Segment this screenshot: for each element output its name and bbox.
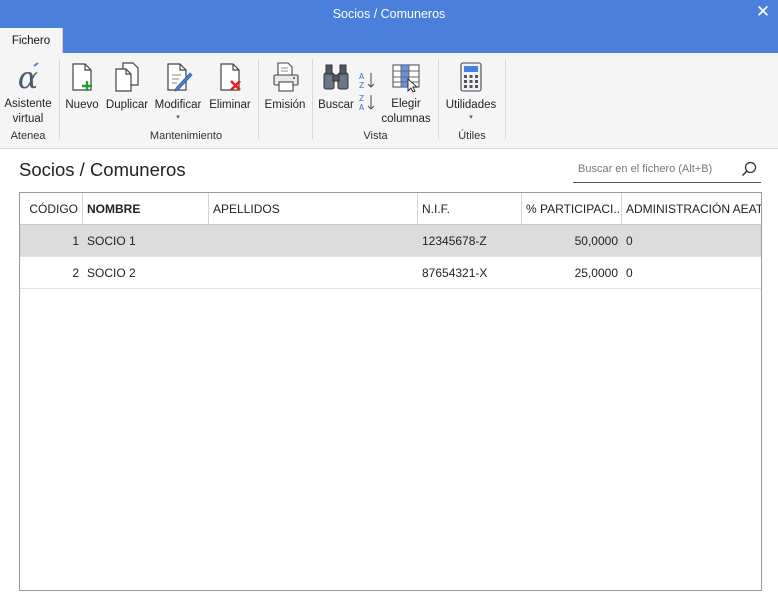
ribbon-separator [258, 59, 259, 139]
cell-apellidos [209, 257, 418, 289]
buscar-button[interactable]: Buscar [317, 57, 355, 123]
search-icon[interactable] [740, 160, 758, 178]
ribbon-separator [312, 59, 313, 139]
new-document-icon [72, 63, 92, 91]
elegir-label-line1: Elegir [391, 98, 421, 110]
svg-text:A: A [359, 103, 365, 111]
cell-participacion: 25,0000 [574, 266, 618, 280]
search-placeholder: Buscar en el fichero (Alt+B) [578, 163, 713, 175]
group-label-mantenimiento: Mantenimiento [149, 130, 223, 142]
cell-apellidos [209, 225, 418, 257]
page-title: Socios / Comuneros [19, 159, 186, 180]
duplicate-document-icon [115, 62, 139, 92]
ribbon-separator [438, 59, 439, 139]
nuevo-button[interactable]: Nuevo [63, 57, 101, 123]
sort-ascending-icon[interactable]: A Z [358, 71, 376, 89]
close-icon[interactable]: ✕ [752, 1, 774, 23]
column-header-participacion[interactable]: % PARTICIPACI... [522, 193, 622, 224]
asistente-virtual-button[interactable]: α Asistente virtual [2, 57, 54, 129]
binoculars-icon [323, 64, 349, 90]
grid-header: CÓDIGO NOMBRE APELLIDOS N.I.F. % PARTICI… [20, 193, 761, 225]
column-header-apellidos[interactable]: APELLIDOS [209, 193, 418, 224]
cell-codigo: 1 [72, 234, 79, 248]
asistente-label-line2: virtual [12, 113, 44, 125]
eliminar-label: Eliminar [209, 99, 251, 111]
cell-nif: 12345678-Z [422, 234, 487, 248]
cell-nombre: SOCIO 2 [87, 266, 136, 280]
group-label-utiles: Útiles [458, 130, 486, 142]
svg-text:Z: Z [359, 94, 364, 103]
ribbon-separator [59, 59, 60, 139]
column-header-nombre[interactable]: NOMBRE [83, 193, 209, 224]
emision-button[interactable]: Emisión [263, 57, 307, 123]
cell-administracion-aeat: 0 [626, 234, 633, 248]
modificar-dropdown-icon: ▾ [176, 114, 180, 121]
delete-document-icon [220, 63, 241, 91]
ribbon-tab-strip: Fichero [0, 27, 778, 53]
duplicar-label: Duplicar [105, 99, 149, 111]
buscar-label: Buscar [318, 99, 354, 111]
data-grid: CÓDIGO NOMBRE APELLIDOS N.I.F. % PARTICI… [19, 192, 762, 591]
eliminar-button[interactable]: Eliminar [207, 57, 253, 123]
utilidades-dropdown-icon: ▾ [469, 114, 473, 121]
window-title: Socios / Comuneros [332, 7, 446, 21]
asistente-label-line1: Asistente [4, 98, 52, 110]
column-header-nif[interactable]: N.I.F. [418, 193, 522, 224]
tab-fichero[interactable]: Fichero [0, 28, 63, 53]
nuevo-label: Nuevo [65, 99, 99, 111]
sort-descending-icon[interactable]: Z A [358, 93, 376, 111]
cell-codigo: 2 [72, 266, 79, 280]
emision-label: Emisión [264, 99, 306, 111]
elegir-label-line2: columnas [381, 113, 431, 125]
title-bar: Socios / Comuneros ✕ [0, 0, 778, 27]
alpha-assistant-icon: α [18, 61, 39, 93]
search-input[interactable]: Buscar en el fichero (Alt+B) [573, 157, 761, 183]
ribbon-separator [505, 59, 506, 139]
print-icon [273, 62, 299, 92]
table-row[interactable]: 1 SOCIO 1 12345678-Z 50,0000 0 [20, 225, 761, 257]
utilidades-button[interactable]: Utilidades ▾ [443, 57, 499, 127]
cell-administracion-aeat: 0 [626, 266, 633, 280]
column-header-administracion-aeat[interactable]: ADMINISTRACIÓN AEAT [622, 193, 761, 224]
utilidades-label: Utilidades [445, 99, 497, 111]
svg-text:A: A [359, 72, 365, 81]
cell-nif: 87654321-X [422, 266, 488, 280]
elegir-columnas-button[interactable]: Elegir columnas [380, 57, 432, 127]
svg-text:Z: Z [359, 81, 364, 89]
table-row[interactable]: 2 SOCIO 2 87654321-X 25,0000 0 [20, 257, 761, 289]
modificar-button[interactable]: Modificar ▾ [152, 57, 204, 127]
column-header-codigo[interactable]: CÓDIGO [20, 193, 83, 224]
group-label-atenea: Atenea [10, 130, 46, 142]
group-label-vista: Vista [363, 130, 388, 142]
cell-nombre: SOCIO 1 [87, 234, 136, 248]
cell-participacion: 50,0000 [574, 234, 618, 248]
calculator-icon [460, 62, 482, 92]
choose-columns-icon [392, 64, 420, 93]
duplicar-button[interactable]: Duplicar [104, 57, 150, 123]
modificar-label: Modificar [154, 99, 202, 111]
edit-document-icon [167, 63, 193, 92]
ribbon: α Asistente virtual Atenea Nuevo Duplica… [0, 53, 778, 149]
